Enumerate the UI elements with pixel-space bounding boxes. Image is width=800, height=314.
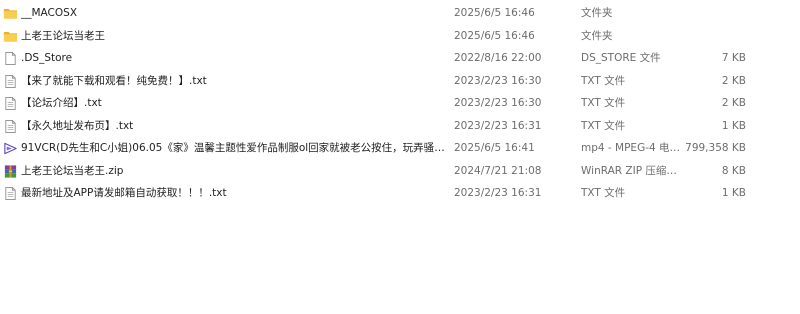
file-type: TXT 文件 [581, 97, 626, 109]
zip-archive-icon [3, 164, 18, 179]
file-row[interactable]: 上老王论坛当老王 2025/6/5 16:46 文件夹 [0, 25, 800, 48]
text-file-icon [3, 74, 18, 89]
file-row[interactable]: __MACOSX 2025/6/5 16:46 文件夹 [0, 2, 800, 25]
file-row[interactable]: 【永久地址发布页】.txt 2023/2/23 16:31 TXT 文件 1 KB [0, 115, 800, 138]
file-name: __MACOSX [21, 7, 78, 19]
file-size: 799,358 KB [685, 142, 746, 154]
file-type: TXT 文件 [581, 74, 626, 87]
file-row[interactable]: .DS_Store 2022/8/16 22:00 DS_STORE 文件 7 KB [0, 47, 800, 70]
file-name: .DS_Store [21, 52, 73, 64]
file-name: 91VCR(D先生和C小姐)06.05《家》温馨主题性爱作品制服ol回家就被老公… [21, 142, 448, 154]
file-type: WinRAR ZIP 压缩文件 [581, 164, 681, 177]
file-date: 2025/6/5 16:46 [454, 7, 535, 19]
file-type: TXT 文件 [581, 119, 626, 132]
file-size: 7 KB [721, 52, 746, 64]
file-row[interactable]: 91VCR(D先生和C小姐)06.05《家》温馨主题性爱作品制服ol回家就被老公… [0, 137, 800, 160]
file-row[interactable]: 上老王论坛当老王.zip 2024/7/21 21:08 WinRAR ZIP 压缩… [0, 160, 800, 183]
file-type: 文件夹 [581, 7, 613, 19]
file-size: 8 KB [721, 164, 746, 177]
file-date: 2022/8/16 22:00 [454, 52, 542, 64]
file-name: 【来了就能下载和观看！纯免费！】.txt [21, 74, 207, 87]
file-type: 文件夹 [581, 29, 613, 42]
file-size: 2 KB [721, 97, 746, 109]
file-date: 2023/2/23 16:30 [454, 97, 542, 109]
file-name: 上老王论坛当老王 [21, 29, 105, 42]
file-date: 2023/2/23 16:30 [454, 74, 542, 87]
file-icon [3, 51, 18, 66]
file-name: 【永久地址发布页】.txt [21, 119, 134, 132]
file-date: 2025/6/5 16:41 [454, 142, 535, 154]
file-name: 【论坛介绍】.txt [21, 97, 102, 109]
file-date: 2024/7/21 21:08 [454, 164, 542, 177]
file-date: 2023/2/23 16:31 [454, 119, 542, 132]
text-file-icon [3, 119, 18, 134]
text-file-icon [3, 186, 18, 201]
file-date: 2025/6/5 16:46 [454, 29, 535, 42]
folder-icon [3, 6, 18, 21]
file-row[interactable]: 【来了就能下载和观看！纯免费！】.txt 2023/2/23 16:30 TXT 文… [0, 70, 800, 93]
file-list: __MACOSX 2025/6/5 16:46 文件夹 上老王论坛当老王 2025/6… [0, 2, 800, 205]
file-row[interactable]: 最新地址及APP请发邮箱自动获取！！！.txt 2023/2/23 16:31 TX… [0, 182, 800, 205]
folder-icon [3, 29, 18, 44]
file-size: 1 KB [721, 187, 746, 199]
file-name: 上老王论坛当老王.zip [21, 164, 124, 177]
file-size: 2 KB [721, 74, 746, 87]
file-row[interactable]: 【论坛介绍】.txt 2023/2/23 16:30 TXT 文件 2 KB [0, 92, 800, 115]
file-date: 2023/2/23 16:31 [454, 187, 542, 199]
file-size: 1 KB [721, 119, 746, 132]
text-file-icon [3, 96, 18, 111]
file-type: TXT 文件 [581, 187, 626, 199]
file-name: 最新地址及APP请发邮箱自动获取！！！.txt [21, 187, 227, 199]
file-type: DS_STORE 文件 [581, 52, 661, 64]
video-file-icon [3, 141, 18, 156]
file-type: mp4 - MPEG-4 电影... [581, 142, 681, 154]
